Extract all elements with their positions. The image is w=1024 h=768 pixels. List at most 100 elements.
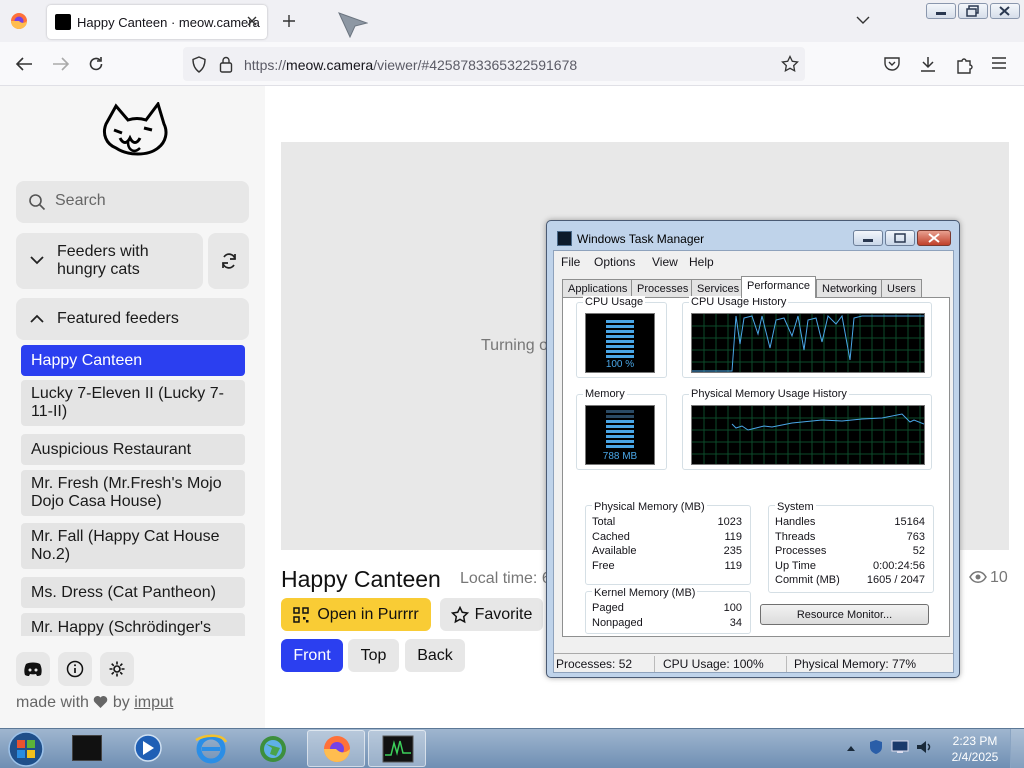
bookmark-star-icon[interactable] (781, 55, 799, 73)
taskbar-firefox[interactable] (307, 730, 365, 767)
tracking-shield-icon[interactable] (191, 56, 207, 73)
feeder-item-happy-canteen[interactable]: Happy Canteen (21, 345, 245, 376)
made-with-text: made with (16, 694, 89, 711)
taskbar-media-player[interactable] (119, 730, 177, 767)
download-icon[interactable] (919, 56, 937, 73)
stat-key: Available (592, 545, 637, 557)
back-arrow-icon[interactable] (15, 56, 33, 72)
windows-taskbar: 2:23 PM 2/4/2025 (0, 728, 1024, 768)
forward-arrow-icon[interactable] (52, 56, 70, 72)
feeder-item-mr-fall[interactable]: Mr. Fall (Happy Cat House No.2) (21, 523, 245, 569)
show-hidden-icons-icon[interactable] (846, 744, 856, 752)
memory-label: Memory (583, 388, 627, 400)
info-button[interactable] (58, 652, 92, 686)
camera-view-label: Front (293, 646, 331, 664)
chevron-down-icon[interactable] (856, 15, 870, 25)
search-input[interactable]: Search (16, 181, 249, 223)
feeder-item-mr-happy[interactable]: Mr. Happy (Schrödinger's (21, 613, 245, 636)
tm-menu-file[interactable]: File (561, 255, 580, 269)
taskbar-task-manager[interactable] (368, 730, 426, 767)
feeder-label: Mr. Fall (Happy Cat House No.2) (31, 528, 220, 563)
network-monitor-icon[interactable] (891, 740, 909, 754)
cat-logo-icon (98, 102, 168, 162)
tm-close-button[interactable] (917, 230, 951, 246)
taskbar-internet-explorer[interactable] (182, 730, 240, 767)
pocket-icon[interactable] (883, 56, 901, 72)
physical-memory-total-row: Total 1023 (592, 516, 742, 530)
favorite-button[interactable]: Favorite (440, 598, 543, 631)
new-tab-icon[interactable] (281, 13, 297, 29)
tm-tab-networking[interactable]: Networking (816, 279, 884, 298)
stat-key: Up Time (775, 560, 816, 572)
open-in-purrrr-button[interactable]: Open in Purrrr (281, 598, 431, 631)
feeder-label: Mr. Happy (Schrödinger's (31, 619, 212, 636)
tm-tab-users[interactable]: Users (881, 279, 922, 298)
featured-feeders-toggle[interactable]: Featured feeders (16, 298, 249, 340)
system-group: System Handles 15164 Threads 763 Processes… (768, 501, 934, 593)
cat-favicon-icon (55, 14, 71, 30)
show-desktop-button[interactable] (1010, 729, 1024, 768)
stat-value: 1605 / 2047 (866, 574, 925, 586)
tm-menu-view[interactable]: View (652, 255, 678, 269)
start-button[interactable] (6, 730, 46, 768)
refresh-button[interactable] (208, 233, 249, 289)
browser-tab[interactable]: Happy Canteen · meow.camera (47, 5, 267, 39)
featured-feeders-label: Featured feeders (57, 310, 179, 327)
feeder-item-lucky-7-eleven[interactable]: Lucky 7-Eleven II (Lucky 7-11-II) (21, 380, 245, 426)
refresh-icon (220, 252, 238, 270)
reload-icon[interactable] (88, 56, 104, 72)
camera-view-front-button[interactable]: Front (281, 639, 343, 672)
close-tab-icon[interactable] (245, 14, 259, 28)
feeder-item-auspicious-restaurant[interactable]: Auspicious Restaurant (21, 434, 245, 465)
address-bar[interactable]: https://meow.camera/viewer/#425878336532… (183, 47, 805, 81)
stat-value: 100 (723, 602, 742, 614)
task-manager-window[interactable]: Windows Task Manager File Options View H… (546, 220, 960, 678)
close-window-button[interactable] (990, 3, 1020, 19)
tm-menu-options[interactable]: Options (594, 255, 635, 269)
taskbar-network-globe[interactable] (244, 730, 302, 767)
feeder-item-mr-fresh[interactable]: Mr. Fresh (Mr.Fresh's Mojo Dojo Casa Hou… (21, 470, 245, 516)
security-shield-icon[interactable] (869, 739, 883, 755)
clock-time[interactable]: 2:23 PM (951, 734, 999, 748)
restore-window-button[interactable] (958, 3, 988, 19)
camera-view-top-button[interactable]: Top (348, 639, 399, 672)
globe-icon (260, 736, 286, 762)
author-link[interactable]: imput (134, 694, 173, 711)
feeder-item-ms-dress[interactable]: Ms. Dress (Cat Pantheon) (21, 577, 245, 608)
chevron-up-icon (30, 314, 44, 324)
stat-key: Processes (775, 545, 827, 557)
tm-tab-performance[interactable]: Performance (741, 276, 816, 298)
task-manager-status-bar: Processes: 52 CPU Usage: 100% Physical M… (554, 653, 953, 673)
url-text[interactable]: https://meow.camera/viewer/#425878336532… (244, 57, 577, 73)
firefox-menu-icon[interactable] (10, 12, 28, 30)
memory-history-group: Physical Memory Usage History (682, 388, 932, 470)
tm-minimize-button[interactable] (853, 230, 883, 246)
system-uptime-row: Up Time 0:00:24:56 (775, 560, 925, 574)
speaker-icon[interactable] (916, 739, 932, 755)
feeder-label: Mr. Fresh (Mr.Fresh's Mojo Dojo Casa Hou… (31, 475, 222, 510)
taskbar-task-manager-black-app[interactable] (58, 730, 116, 767)
cpu-history-group: CPU Usage History (682, 296, 932, 378)
cpu-usage-value: 100 % (605, 359, 635, 370)
media-player-icon (134, 734, 162, 762)
settings-button[interactable] (100, 652, 134, 686)
memory-history-graph (691, 405, 925, 465)
padlock-icon[interactable] (219, 56, 233, 73)
system-commit-row: Commit (MB) 1605 / 2047 (775, 574, 925, 588)
extensions-icon[interactable] (955, 56, 973, 74)
tm-maximize-button[interactable] (885, 230, 915, 246)
resource-monitor-button[interactable]: Resource Monitor... (760, 604, 929, 625)
tm-menu-help[interactable]: Help (689, 255, 714, 269)
firefox-icon (324, 736, 350, 762)
tab-title: Happy Canteen · meow.camera (77, 15, 260, 30)
hamburger-menu-icon[interactable] (991, 56, 1007, 70)
task-manager-body: File Options View Help Applications Proc… (553, 250, 954, 673)
camera-view-back-button[interactable]: Back (405, 639, 465, 672)
memory-group: Memory 788 MB (576, 388, 667, 470)
clock-date[interactable]: 2/4/2025 (947, 750, 1003, 764)
system-processes-row: Processes 52 (775, 545, 925, 559)
eye-icon (969, 570, 987, 584)
feeders-with-hungry-cats-toggle[interactable]: Feeders with hungry cats (16, 233, 203, 289)
discord-button[interactable] (16, 652, 50, 686)
minimize-window-button[interactable] (926, 3, 956, 19)
